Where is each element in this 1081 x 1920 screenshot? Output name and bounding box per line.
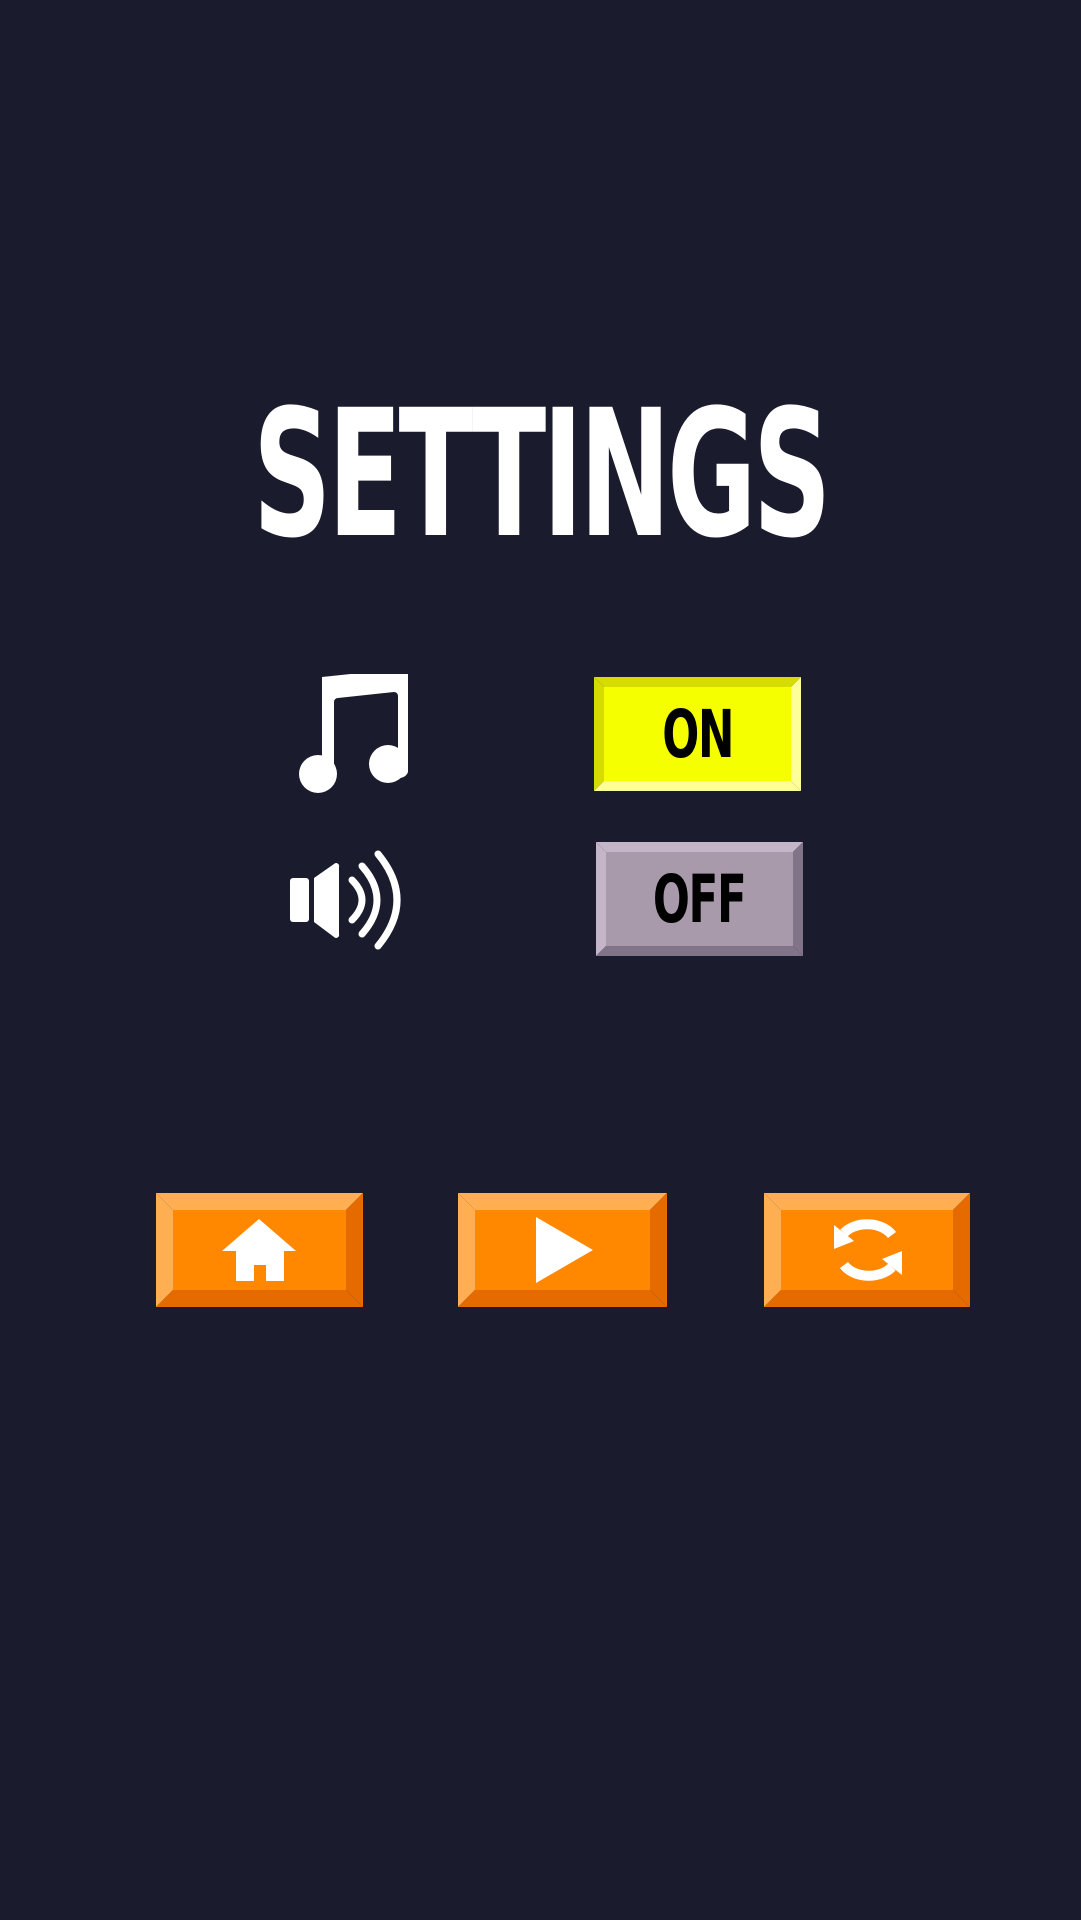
restart-button[interactable] bbox=[764, 1193, 970, 1307]
sound-toggle-label: OFF bbox=[653, 860, 747, 938]
settings-screen: SETTINGS ON OFF bbox=[0, 0, 1081, 1920]
home-icon bbox=[222, 1219, 296, 1281]
speaker-icon bbox=[290, 850, 401, 950]
sound-toggle-button[interactable]: OFF bbox=[596, 842, 803, 956]
music-note-icon bbox=[299, 674, 408, 793]
restart-icon bbox=[834, 1219, 902, 1281]
music-toggle-label: ON bbox=[662, 695, 734, 773]
music-toggle-button[interactable]: ON bbox=[594, 677, 801, 791]
play-button[interactable] bbox=[458, 1193, 667, 1307]
page-title: SETTINGS bbox=[252, 372, 832, 577]
play-icon bbox=[536, 1217, 593, 1283]
home-button[interactable] bbox=[156, 1193, 363, 1307]
